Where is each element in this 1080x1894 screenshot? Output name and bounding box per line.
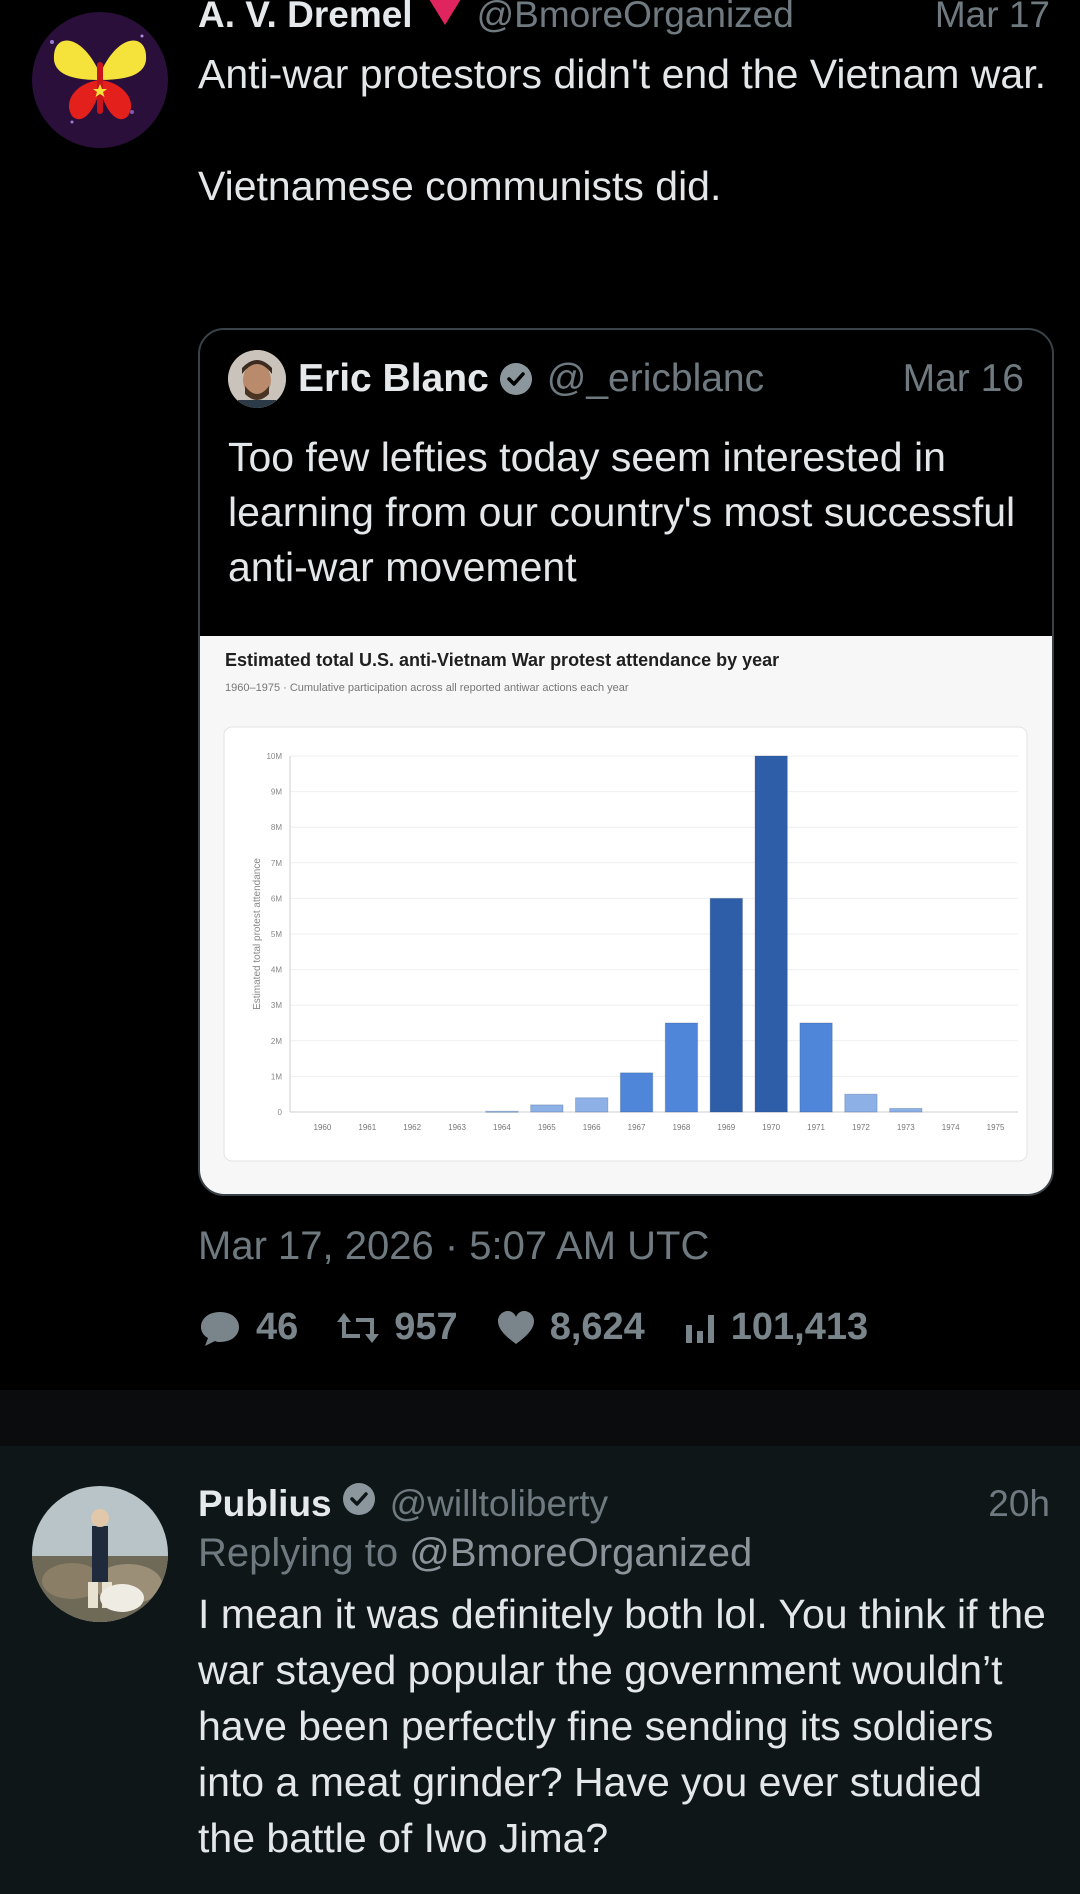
bar-1973 bbox=[889, 1107, 923, 1113]
reply-author-handle[interactable]: @willtoliberty bbox=[390, 1483, 609, 1525]
x-tick-label: 1975 bbox=[987, 1123, 1005, 1132]
reply-author-name[interactable]: Publius bbox=[198, 1483, 332, 1525]
retweet-icon bbox=[337, 1312, 380, 1343]
reply-tweet: Publius @willtoliberty 20h Replying to @… bbox=[0, 1446, 1080, 1894]
bar-chart: 0 1M 2M 3M 4M 5M 6M 7M 8M 9M 10M Estimated total pr… bbox=[223, 726, 1028, 1162]
heart-icon bbox=[497, 1310, 534, 1344]
views-stat[interactable]: 101,413 bbox=[683, 1306, 868, 1349]
retweet-count: 957 bbox=[394, 1306, 458, 1348]
x-tick-label: 1960 bbox=[314, 1123, 332, 1132]
bar-1966 bbox=[575, 1097, 609, 1113]
x-tick-label: 1967 bbox=[628, 1123, 646, 1132]
bar-1970 bbox=[754, 755, 788, 1113]
author-name[interactable]: A. V. Dremel bbox=[198, 0, 413, 36]
bar-1964 bbox=[485, 1110, 519, 1113]
red-triangle-icon bbox=[427, 0, 463, 25]
quoted-tweet-text: Too few lefties today seem interested in… bbox=[228, 434, 1016, 590]
y-tick-label: 8M bbox=[271, 823, 282, 832]
x-tick-label: 1965 bbox=[538, 1123, 556, 1132]
tweet-separator bbox=[0, 1390, 1080, 1446]
reply-author-avatar[interactable] bbox=[32, 1486, 168, 1622]
y-tick-label: 1M bbox=[271, 1072, 282, 1081]
y-tick-label: 7M bbox=[271, 859, 282, 868]
tweet-stats: 46 957 8,624 101,413 bbox=[198, 1306, 906, 1349]
portrait-avatar-icon bbox=[32, 1486, 168, 1622]
x-tick-label: 1964 bbox=[493, 1123, 511, 1132]
like-count: 8,624 bbox=[549, 1306, 645, 1348]
verified-badge-icon bbox=[342, 1482, 376, 1516]
y-tick-label: 3M bbox=[271, 1001, 282, 1010]
reply-header: Publius @willtoliberty 20h bbox=[198, 1482, 1050, 1525]
verified-badge-icon bbox=[499, 362, 533, 396]
x-tick-label: 1966 bbox=[583, 1123, 601, 1132]
reply-stat[interactable]: 46 bbox=[198, 1306, 298, 1349]
x-tick-label: 1970 bbox=[762, 1123, 780, 1132]
tweet-timestamp[interactable]: Mar 17, 2026 · 5:07 AM UTC bbox=[198, 1224, 709, 1269]
tweet-date[interactable]: Mar 17 bbox=[935, 0, 1050, 36]
author-avatar[interactable] bbox=[32, 12, 168, 148]
views-icon bbox=[685, 1314, 714, 1343]
quoted-tweet[interactable]: Eric Blanc @_ericblanc Mar 16 Too few le… bbox=[198, 328, 1054, 1196]
bar-1968 bbox=[664, 1022, 699, 1113]
replying-to-prefix: Replying to bbox=[198, 1531, 399, 1575]
views-count: 101,413 bbox=[730, 1306, 869, 1348]
bar-1972 bbox=[844, 1093, 878, 1113]
x-tick-label: 1971 bbox=[807, 1123, 825, 1132]
comment-icon bbox=[201, 1311, 239, 1346]
y-axis-label: Estimated total protest attendance bbox=[252, 858, 263, 1010]
tweet-header: A. V. Dremel @BmoreOrganized Mar 17 bbox=[198, 0, 1050, 36]
chart-image[interactable]: Estimated total U.S. anti-Vietnam War pr… bbox=[200, 636, 1052, 1194]
replying-to-mention[interactable]: @BmoreOrganized bbox=[409, 1531, 752, 1575]
quoted-tweet-date[interactable]: Mar 16 bbox=[903, 357, 1024, 401]
x-tick-label: 1961 bbox=[358, 1123, 376, 1132]
reply-count: 46 bbox=[256, 1306, 299, 1348]
retweet-stat[interactable]: 957 bbox=[336, 1306, 458, 1349]
main-tweet: A. V. Dremel @BmoreOrganized Mar 17 Anti… bbox=[0, 0, 1080, 1390]
x-tick-label: 1962 bbox=[403, 1123, 421, 1132]
x-tick-label: 1968 bbox=[673, 1123, 691, 1132]
y-tick-label: 10M bbox=[266, 752, 282, 761]
x-tick-label: 1973 bbox=[897, 1123, 915, 1132]
x-tick-label: 1969 bbox=[717, 1123, 735, 1132]
bar-1965 bbox=[530, 1104, 564, 1113]
butterfly-avatar-icon bbox=[32, 12, 168, 148]
quoted-author-handle[interactable]: @_ericblanc bbox=[547, 357, 764, 401]
reply-text: I mean it was definitely both lol. You t… bbox=[198, 1591, 1058, 1861]
replying-to-line: Replying to @BmoreOrganized bbox=[198, 1531, 1050, 1576]
y-tick-label: 2M bbox=[271, 1037, 282, 1046]
x-tick-label: 1974 bbox=[942, 1123, 960, 1132]
y-tick-label: 6M bbox=[271, 894, 282, 903]
x-tick-label: 1963 bbox=[448, 1123, 466, 1132]
author-handle[interactable]: @BmoreOrganized bbox=[477, 0, 794, 36]
y-tick-label: 4M bbox=[271, 966, 282, 975]
quoted-tweet-header: Eric Blanc @_ericblanc Mar 16 bbox=[228, 350, 1024, 408]
like-stat[interactable]: 8,624 bbox=[496, 1306, 645, 1349]
y-tick-label: 0 bbox=[278, 1108, 283, 1117]
bar-1967 bbox=[619, 1072, 654, 1113]
quoted-author-name[interactable]: Eric Blanc bbox=[298, 357, 489, 401]
bar-1971 bbox=[799, 1022, 833, 1113]
tweet-text: Anti-war protestors didn't end the Vietn… bbox=[198, 51, 1047, 209]
x-tick-label: 1972 bbox=[852, 1123, 870, 1132]
bar-1969 bbox=[709, 897, 743, 1113]
reply-date[interactable]: 20h bbox=[988, 1483, 1050, 1525]
y-tick-label: 5M bbox=[271, 930, 282, 939]
y-tick-label: 9M bbox=[271, 788, 282, 797]
quoted-author-avatar[interactable] bbox=[228, 350, 286, 408]
